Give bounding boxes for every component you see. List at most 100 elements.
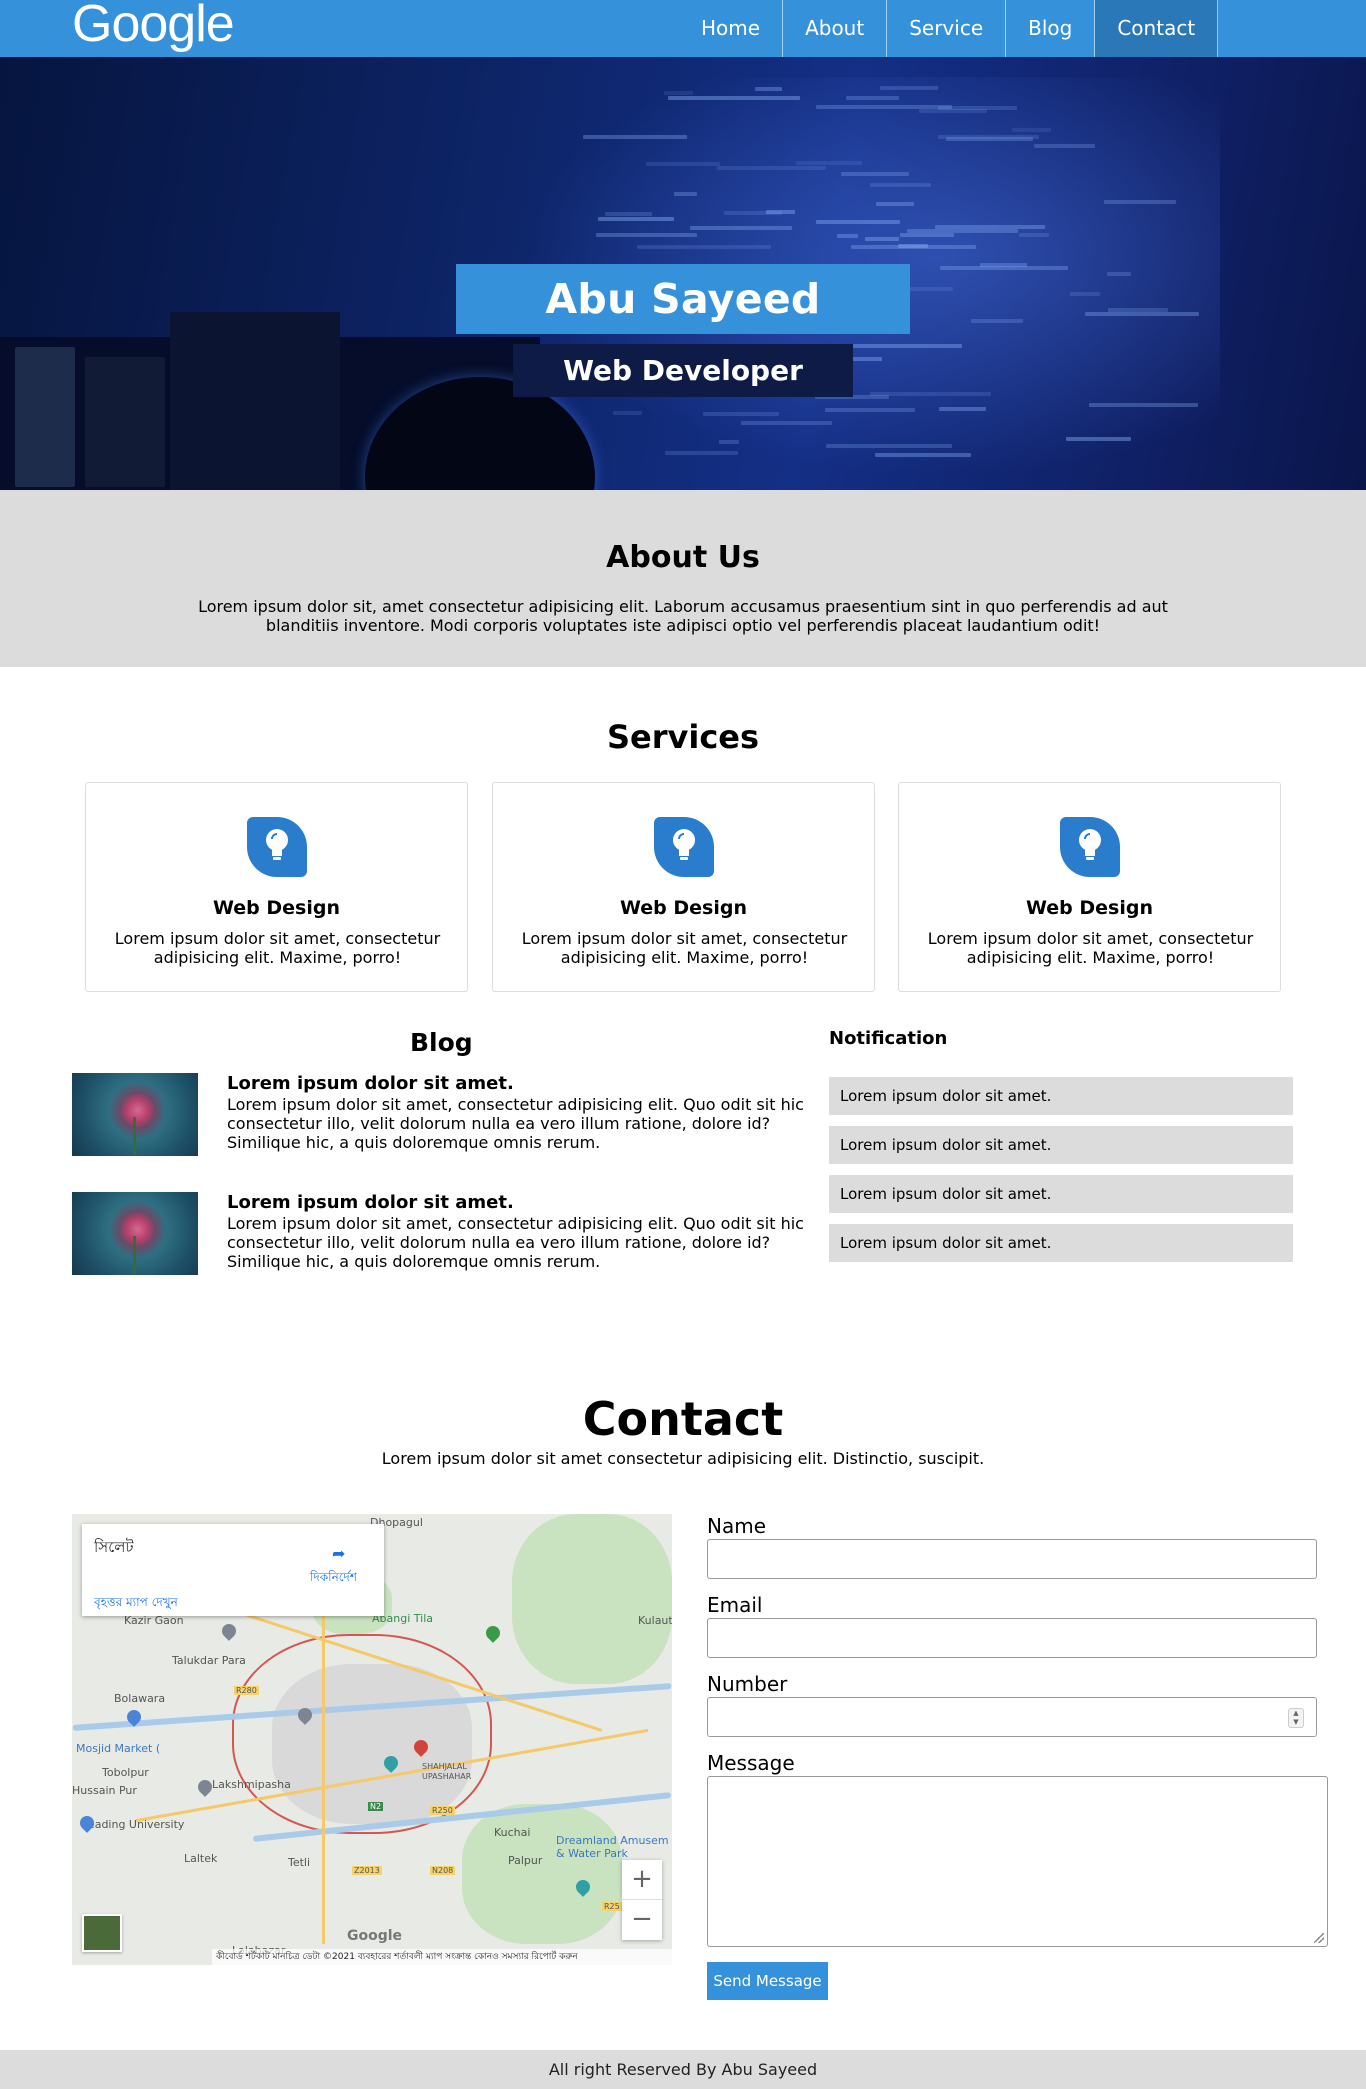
hero-code-line: [971, 319, 1023, 323]
map-label: Laltek: [184, 1852, 218, 1865]
hero-code-line: [665, 451, 738, 455]
hero-code-line: [870, 392, 991, 396]
hero-code-line: [583, 135, 687, 139]
nav-blog-link[interactable]: Blog: [1006, 0, 1096, 57]
hero-background-book: [15, 347, 75, 487]
number-label: Number: [707, 1672, 788, 1696]
map-label: Bolawara: [114, 1692, 166, 1705]
hero-code-line: [826, 444, 952, 448]
about-text: Lorem ipsum dolor sit, amet consectetur …: [198, 597, 1168, 635]
hero-code-line: [613, 411, 642, 415]
school-pin-icon[interactable]: [219, 1621, 239, 1641]
map-footer[interactable]: কীবোর্ড শর্টকাট মানচিত্র ডেটা ©2021 ব্যব…: [212, 1949, 672, 1965]
hero-code-line: [939, 407, 986, 411]
hero-code-line: [1034, 144, 1095, 148]
about-heading: About Us: [606, 540, 760, 575]
hero-code-line: [646, 162, 720, 166]
blog-post-image[interactable]: [72, 1192, 198, 1275]
notification-item[interactable]: Lorem ipsum dolor sit amet.: [829, 1175, 1293, 1213]
email-label: Email: [707, 1593, 763, 1617]
message-textarea[interactable]: [707, 1776, 1328, 1947]
hero-code-line: [637, 245, 771, 249]
name-input[interactable]: [707, 1539, 1317, 1579]
send-message-button[interactable]: Send Message: [707, 1962, 828, 2000]
zoom-out-button[interactable]: −: [622, 1900, 662, 1940]
hero-code-line: [837, 234, 858, 238]
hero-code-line: [875, 453, 971, 457]
map-road-sign: R25: [602, 1902, 622, 1911]
blog-post: Lorem ipsum dolor sit amet. Lorem ipsum …: [72, 1073, 812, 1163]
blog-post: Lorem ipsum dolor sit amet. Lorem ipsum …: [72, 1192, 812, 1282]
blog-post-title[interactable]: Lorem ipsum dolor sit amet.: [227, 1073, 514, 1094]
map-directions-link[interactable]: দিকনির্দেশ: [310, 1569, 357, 1589]
map-road-sign: N2: [368, 1802, 384, 1811]
hero-code-line: [841, 172, 909, 176]
map-green-area: [512, 1514, 672, 1684]
hero-code-line: [816, 220, 900, 224]
notification-item[interactable]: Lorem ipsum dolor sit amet.: [829, 1126, 1293, 1164]
services-heading: Services: [606, 718, 760, 756]
hero-code-line: [596, 233, 697, 237]
site-logo[interactable]: Google: [72, 0, 235, 50]
hero-code-line: [816, 105, 952, 109]
contact-heading: Contact: [582, 1392, 784, 1446]
blog-post-title[interactable]: Lorem ipsum dolor sit amet.: [227, 1192, 514, 1213]
blog-heading: Blog: [410, 1028, 473, 1057]
map-place-card: সিলেট ➦ দিকনির্দেশ বৃহত্তর ম্যাপ দেখুন: [82, 1524, 384, 1616]
service-card-title: Web Design: [213, 897, 340, 919]
hero-banner: Abu Sayeed Ibrahim Web Developer: [0, 57, 1366, 490]
directions-icon[interactable]: ➦: [332, 1544, 350, 1563]
hero-code-line: [870, 183, 931, 187]
nav-about-link[interactable]: About: [783, 0, 888, 57]
map-label: Lakshmipasha: [212, 1778, 291, 1791]
park-pin-icon[interactable]: [483, 1623, 503, 1643]
hero-code-line: [851, 245, 976, 249]
notification-item[interactable]: Lorem ipsum dolor sit amet.: [829, 1077, 1293, 1115]
nav-contact-link[interactable]: Contact: [1095, 0, 1219, 57]
email-input[interactable]: [707, 1618, 1317, 1658]
resize-handle-icon[interactable]: [1314, 1933, 1324, 1943]
satellite-toggle[interactable]: [82, 1914, 122, 1952]
hero-code-line: [598, 217, 674, 221]
hero-code-line: [1019, 233, 1049, 237]
hero-code-line: [935, 225, 1045, 229]
top-navbar: Google Home About Service Blog Contact: [0, 0, 1366, 57]
nav-home-link[interactable]: Home: [680, 0, 784, 57]
hero-code-line: [1085, 312, 1199, 316]
hero-code-line: [980, 263, 1027, 267]
map-zoom-control: + −: [622, 1860, 662, 1940]
hero-code-line: [900, 233, 954, 237]
hero-code-line: [690, 226, 792, 230]
hero-code-line: [719, 440, 739, 444]
notification-heading: Notification: [829, 1028, 948, 1049]
blog-post-text: Lorem ipsum dolor sit amet, consectetur …: [227, 1214, 804, 1271]
blog-post-image[interactable]: [72, 1073, 198, 1156]
hero-code-line: [938, 135, 1039, 139]
hero-code-line: [919, 109, 987, 113]
name-label: Name: [707, 1514, 767, 1538]
hero-job-title: Web Developer: [513, 344, 853, 397]
map-larger-link[interactable]: বৃহত্তর ম্যাপ দেখুন: [94, 1594, 178, 1614]
nav-service-link[interactable]: Service: [887, 0, 1007, 57]
number-stepper[interactable]: ▲ ▼: [1288, 1708, 1304, 1728]
blog-post-text: Lorem ipsum dolor sit amet, consectetur …: [227, 1095, 804, 1152]
number-input[interactable]: ▲ ▼: [707, 1697, 1317, 1737]
lightbulb-icon: [1060, 817, 1120, 877]
map-city-boundary: [232, 1634, 492, 1834]
map-road: [322, 1614, 325, 1944]
hero-code-line: [741, 421, 832, 425]
hero-code-line: [1066, 437, 1131, 441]
lightbulb-icon: [247, 817, 307, 877]
map-green-area: [462, 1804, 622, 1944]
hero-background-book: [170, 312, 340, 490]
map-label: Tetli: [288, 1856, 311, 1869]
notification-item[interactable]: Lorem ipsum dolor sit amet.: [829, 1224, 1293, 1262]
service-card-text: Lorem ipsum dolor sit amet, consectetur …: [114, 929, 441, 967]
hero-code-line: [1089, 403, 1198, 407]
embedded-map[interactable]: Dhopagul Kazir Gaon Talukdar Para Bolawa…: [72, 1514, 672, 1965]
lightbulb-icon: [654, 817, 714, 877]
zoom-in-button[interactable]: +: [622, 1860, 662, 1900]
hero-code-line: [674, 192, 697, 196]
hero-code-line: [1108, 308, 1168, 312]
hero-code-line: [1107, 272, 1131, 276]
